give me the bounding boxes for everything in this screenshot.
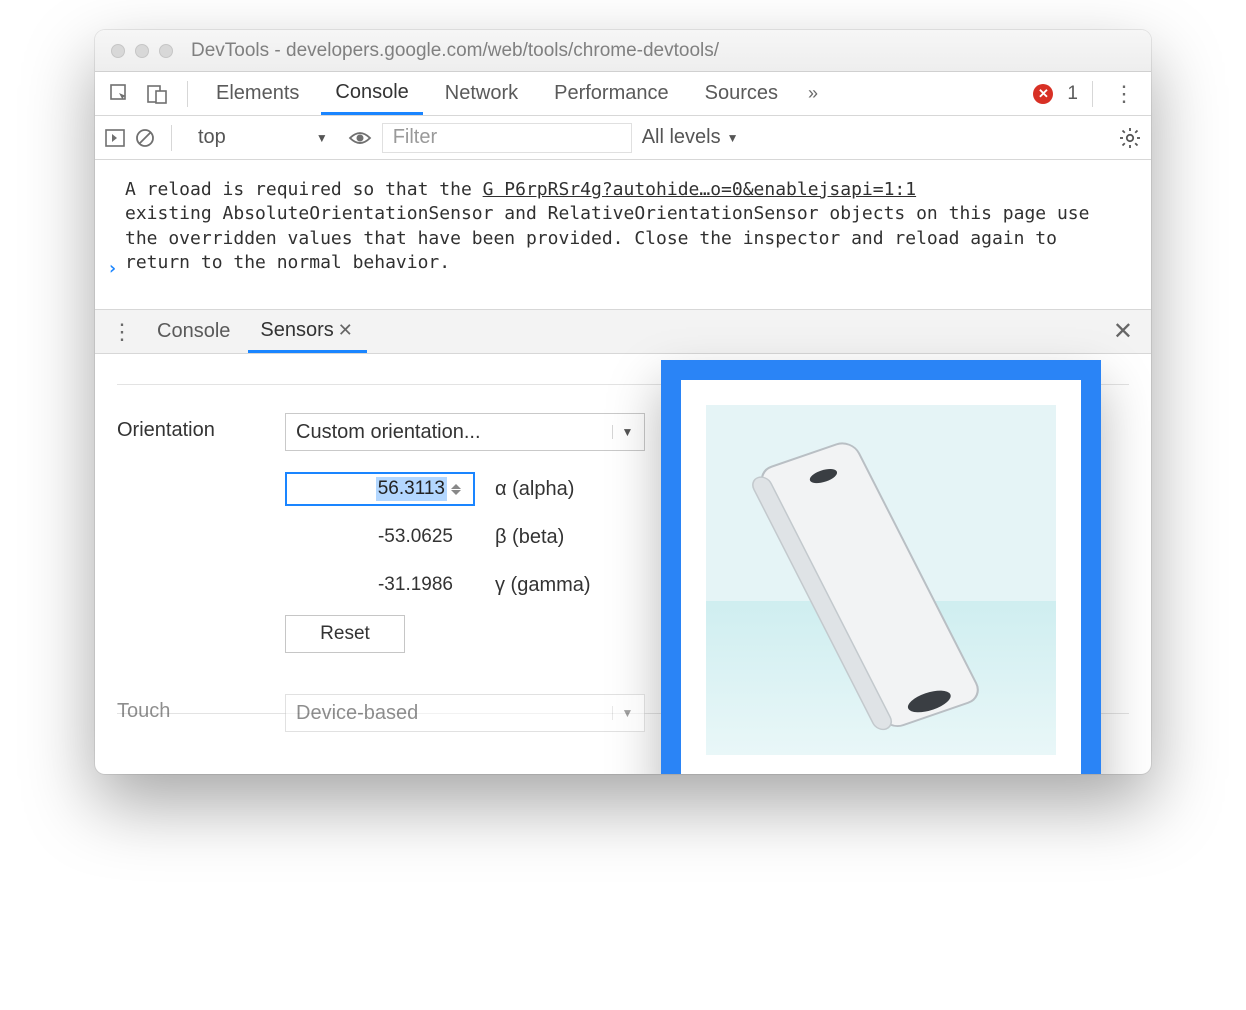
orientation-label: Orientation: [117, 413, 285, 442]
divider: [171, 125, 172, 151]
reset-button[interactable]: Reset: [285, 615, 405, 653]
tab-label: Sources: [705, 82, 778, 105]
touch-value: Device-based: [296, 702, 418, 725]
alpha-label: α (alpha): [495, 478, 615, 501]
filter-placeholder: Filter: [393, 126, 437, 149]
kebab-menu-icon[interactable]: ⋮: [1107, 81, 1141, 107]
touch-row: Touch Device-based ▼: [117, 694, 1129, 732]
divider: [1092, 81, 1093, 107]
window-titlebar: DevTools - developers.google.com/web/too…: [95, 30, 1151, 72]
console-filter-input[interactable]: Filter: [382, 123, 632, 153]
drawer-tab-sensors[interactable]: Sensors ✕: [248, 310, 366, 353]
execution-context-select[interactable]: top ▼: [188, 123, 338, 153]
tab-elements[interactable]: Elements: [202, 72, 313, 115]
drawer-tab-label: Sensors: [260, 319, 333, 342]
gamma-input[interactable]: -31.1986: [285, 574, 475, 596]
message-text: A reload is required so that the: [125, 179, 483, 200]
chevron-down-icon: ▼: [727, 131, 739, 145]
number-stepper-icon[interactable]: [451, 479, 467, 499]
console-prompt-caret[interactable]: ›: [107, 257, 118, 281]
live-expression-eye-icon[interactable]: [348, 130, 372, 146]
orientation-preset-select[interactable]: Custom orientation... ▼: [285, 413, 645, 451]
alpha-input[interactable]: 56.3113: [285, 472, 475, 506]
console-message: A reload is required so that the G P6rpR…: [125, 178, 1129, 275]
chevron-down-icon: ▼: [612, 425, 634, 439]
touch-label: Touch: [117, 694, 285, 723]
tab-network[interactable]: Network: [431, 72, 532, 115]
tab-console[interactable]: Console: [321, 72, 422, 115]
drawer-tab-row: ⋮ Console Sensors ✕ ✕: [95, 310, 1151, 354]
console-toolbar: top ▼ Filter All levels ▼: [95, 116, 1151, 160]
error-count: 1: [1067, 83, 1078, 105]
touch-select[interactable]: Device-based ▼: [285, 694, 645, 732]
inspect-element-icon[interactable]: [105, 80, 135, 108]
main-tab-row: Elements Console Network Performance Sou…: [95, 72, 1151, 116]
tab-label: Performance: [554, 82, 669, 105]
log-levels-select[interactable]: All levels ▼: [642, 126, 739, 149]
chevron-down-icon: ▼: [316, 131, 328, 145]
minimize-window-button[interactable]: [135, 44, 149, 58]
error-badge-icon[interactable]: ✕: [1033, 84, 1053, 104]
tab-label: Network: [445, 82, 518, 105]
beta-label: β (beta): [495, 526, 615, 549]
zoom-window-button[interactable]: [159, 44, 173, 58]
clear-console-icon[interactable]: [135, 128, 155, 148]
more-tabs-button[interactable]: »: [800, 83, 826, 104]
close-tab-icon[interactable]: ✕: [334, 320, 355, 341]
levels-label: All levels: [642, 126, 721, 149]
devtools-window: DevTools - developers.google.com/web/too…: [95, 30, 1151, 774]
chevron-down-icon: ▼: [612, 706, 634, 720]
traffic-lights: [111, 44, 173, 58]
tab-label: Elements: [216, 82, 299, 105]
tab-performance[interactable]: Performance: [540, 72, 683, 115]
message-source-link[interactable]: G P6rpRSr4g?autohide…o=0&enablejsapi=1:1: [483, 179, 916, 200]
console-settings-gear-icon[interactable]: [1119, 127, 1141, 149]
console-output: A reload is required so that the G P6rpR…: [95, 160, 1151, 310]
tab-sources[interactable]: Sources: [691, 72, 792, 115]
console-sidebar-toggle-icon[interactable]: [105, 129, 125, 147]
alpha-value: 56.3113: [376, 477, 447, 501]
drawer-kebab-menu-icon[interactable]: ⋮: [105, 319, 139, 345]
divider: [187, 81, 188, 107]
preset-value: Custom orientation...: [296, 421, 481, 444]
sensors-panel: Orientation Custom orientation... ▼ 56.3…: [95, 354, 1151, 774]
message-text: existing AbsoluteOrientationSensor and R…: [125, 203, 1100, 273]
drawer-tab-label: Console: [157, 320, 230, 343]
tab-label: Console: [335, 81, 408, 104]
beta-input[interactable]: -53.0625: [285, 526, 475, 548]
reset-label: Reset: [320, 623, 370, 645]
window-title: DevTools - developers.google.com/web/too…: [191, 40, 719, 62]
gamma-label: γ (gamma): [495, 574, 615, 597]
context-value: top: [198, 126, 226, 149]
close-drawer-icon[interactable]: ✕: [1105, 317, 1141, 346]
close-window-button[interactable]: [111, 44, 125, 58]
drawer-tab-console[interactable]: Console: [145, 310, 242, 353]
device-toolbar-icon[interactable]: [143, 80, 173, 108]
